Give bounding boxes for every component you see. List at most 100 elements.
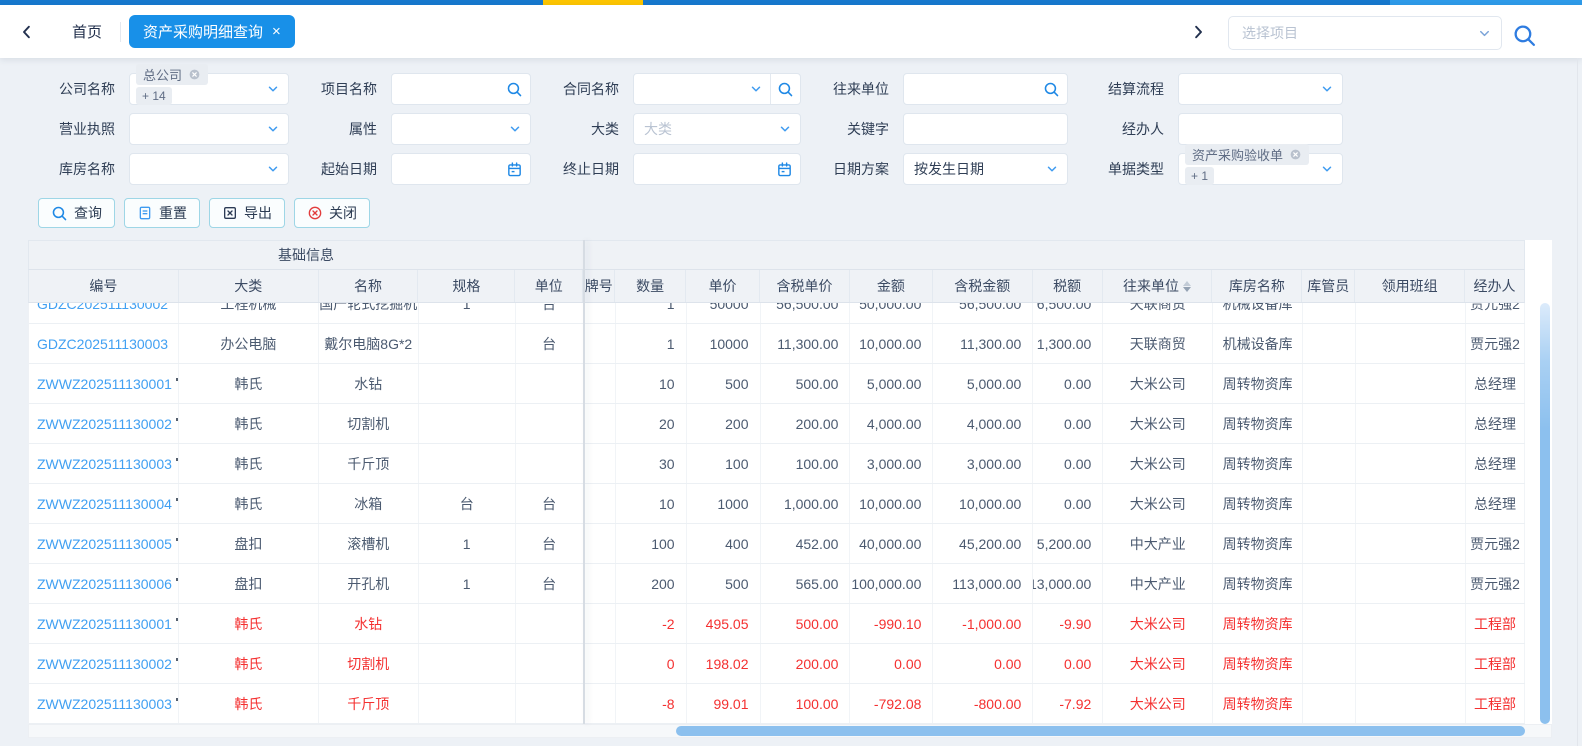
column-header-tax-incl-amount[interactable]: 含税金额: [933, 270, 1033, 302]
cell-quantity: 20: [616, 404, 687, 443]
cell-warehouse: 周转物资库: [1213, 644, 1304, 683]
filter-company-name-field[interactable]: 总公司 + 14: [129, 64, 289, 105]
column-header-handler[interactable]: 经办人: [1465, 270, 1524, 302]
table-row[interactable]: ZWWZ202511130001 韩氏 水钻 10 500 500.00 5,000.00 5…: [29, 364, 1525, 404]
calendar-icon[interactable]: [776, 161, 793, 178]
tag-remove-icon[interactable]: [1289, 148, 1302, 161]
search-icon[interactable]: [1043, 81, 1060, 98]
cell-amount: 4,000.00: [850, 404, 934, 443]
cell-name: 冰箱: [319, 484, 419, 523]
column-header-team[interactable]: 领用班组: [1355, 270, 1466, 302]
filter-contract-name-field[interactable]: [633, 73, 801, 105]
column-header-counterparty[interactable]: 往来单位: [1103, 270, 1213, 302]
filter-doc-type-field[interactable]: 资产采购验收单 + 1: [1178, 144, 1343, 185]
cell-tax-incl-amount: 113,000.00: [933, 564, 1034, 603]
filter-project-name-field[interactable]: [391, 73, 531, 105]
column-header-amount[interactable]: 金额: [850, 270, 933, 302]
cell-storekeeper: [1303, 604, 1357, 643]
column-header-tax-incl-unit-price[interactable]: 含税单价: [760, 270, 850, 302]
cell-handler: 总经理: [1466, 444, 1525, 483]
table-row[interactable]: ZWWZ202511130004 韩氏 冰箱台台 10 1000 1,000.00 10,0…: [29, 484, 1525, 524]
filter-category-field[interactable]: 大类: [633, 113, 801, 145]
document-id-link[interactable]: ZWWZ202511130003: [37, 456, 172, 472]
column-header-name[interactable]: 名称: [319, 270, 419, 302]
tab-divider: [120, 21, 122, 42]
sort-icon[interactable]: [1182, 280, 1191, 292]
cell-handler: 贾元强2: [1466, 564, 1525, 603]
filter-settlement-flow-field[interactable]: [1178, 73, 1343, 105]
cell-amount: 100,000.00: [850, 564, 934, 603]
table-row[interactable]: ZWWZ202511130002 韩氏 切割机 0 198.02 200.00 0.00 0.…: [29, 644, 1525, 684]
column-header-quantity[interactable]: 数量: [615, 270, 687, 302]
cell-unit-price: 1000: [687, 484, 761, 523]
tab-asset-purchase-detail-query[interactable]: 资产采购明细查询 ×: [129, 15, 295, 48]
table-row[interactable]: ZWWZ202511130003 韩氏 千斤顶 30 100 100.00 3,000.00…: [29, 444, 1525, 484]
tab-close-icon[interactable]: ×: [272, 24, 281, 39]
column-header-brand-no[interactable]: 牌号: [583, 270, 616, 302]
export-button[interactable]: 导出: [209, 198, 285, 228]
filter-warehouse-name-field[interactable]: [129, 153, 289, 185]
cell-tax: 0.00: [1033, 644, 1104, 683]
document-id-link[interactable]: ZWWZ202511130002: [37, 656, 172, 672]
horizontal-scrollbar-thumb[interactable]: [676, 726, 1525, 736]
table-row[interactable]: ZWWZ202511130003 韩氏 千斤顶 -8 99.01 100.00 -792.0…: [29, 684, 1525, 724]
more-tags-chip[interactable]: + 1: [1185, 167, 1215, 185]
tab-bar: 首页 资产采购明细查询 × 选择项目: [0, 5, 1582, 58]
column-header-label: 往来单位: [1122, 278, 1179, 294]
tabs-scroll-right-button[interactable]: [1185, 19, 1211, 45]
search-icon[interactable]: [770, 74, 800, 104]
column-header-tax[interactable]: 税额: [1033, 270, 1103, 302]
table-row[interactable]: ZWWZ202511130001 韩氏 水钻 -2 495.05 500.00 -990.1…: [29, 604, 1525, 644]
filter-keyword-input[interactable]: [903, 113, 1068, 145]
cell-tax-incl-unit-price: 200.00: [761, 404, 851, 443]
table-row[interactable]: GDZC202511130002 工程机械 国产轮式挖掘机 1 台 1 50000 56,50…: [29, 303, 1525, 324]
document-id-link[interactable]: ZWWZ202511130001: [37, 616, 172, 632]
column-header-id[interactable]: 编号: [29, 270, 179, 302]
document-id-link[interactable]: ZWWZ202511130005: [37, 536, 172, 552]
cell-category: 盘扣: [179, 524, 319, 563]
filter-end-date-field[interactable]: [633, 153, 801, 185]
table-row[interactable]: ZWWZ202511130005 盘扣 滚槽机 1 台 100 400 452.00 40,00…: [29, 524, 1525, 564]
global-search-icon[interactable]: [1512, 23, 1537, 48]
column-header-warehouse[interactable]: 库房名称: [1212, 270, 1303, 302]
cell-tax-incl-unit-price: 200.00: [761, 644, 851, 683]
table-row[interactable]: ZWWZ202511130002 韩氏 切割机 20 200 200.00 4,000.00…: [29, 404, 1525, 444]
column-header-spec[interactable]: 规格: [418, 270, 516, 302]
more-tags-chip[interactable]: + 14: [136, 87, 172, 105]
filter-attribute-field[interactable]: [391, 113, 531, 145]
filter-date-scheme-field[interactable]: 按发生日期: [903, 153, 1068, 185]
tag-remove-icon[interactable]: [188, 68, 201, 81]
cell-category: 韩氏: [179, 684, 319, 723]
document-id-link[interactable]: GDZC202511130002: [37, 303, 168, 312]
cell-unit-price: 500: [687, 564, 761, 603]
cell-amount: -990.10: [850, 604, 934, 643]
tab-home[interactable]: 首页: [58, 21, 116, 42]
document-id-link[interactable]: ZWWZ202511130001: [37, 376, 172, 392]
table-row[interactable]: GDZC202511130003 办公电脑 戴尔电脑8G*2 台 1 10000 11,30…: [29, 324, 1525, 364]
project-select-dropdown[interactable]: 选择项目: [1228, 16, 1502, 50]
column-header-category[interactable]: 大类: [179, 270, 319, 302]
vertical-scrollbar-thumb[interactable]: [1540, 303, 1550, 724]
document-id-link[interactable]: ZWWZ202511130003: [37, 696, 172, 712]
filter-counterparty-field[interactable]: [903, 73, 1068, 105]
cell-brand-no: [584, 564, 616, 603]
close-button[interactable]: 关闭: [294, 198, 370, 228]
search-icon[interactable]: [506, 81, 523, 98]
tabs-scroll-left-button[interactable]: [14, 19, 40, 45]
document-id-link[interactable]: ZWWZ202511130006: [37, 576, 172, 592]
filter-business-license-field[interactable]: [129, 113, 289, 145]
query-button[interactable]: 查询: [38, 198, 115, 228]
calendar-icon[interactable]: [506, 161, 523, 178]
cell-quantity: -8: [616, 684, 687, 723]
column-header-unit-price[interactable]: 单价: [686, 270, 761, 302]
filter-handler-input[interactable]: [1178, 113, 1343, 145]
column-header-storekeeper[interactable]: 库管员: [1302, 270, 1356, 302]
document-id-link[interactable]: GDZC202511130003: [37, 336, 168, 352]
table-row[interactable]: ZWWZ202511130006 盘扣 开孔机 1 台 200 500 565.00 100,0…: [29, 564, 1525, 604]
document-id-link[interactable]: ZWWZ202511130002: [37, 416, 172, 432]
filter-start-date-field[interactable]: [391, 153, 531, 185]
document-id-link[interactable]: ZWWZ202511130004: [37, 496, 172, 512]
frozen-columns-divider[interactable]: [583, 240, 585, 724]
column-header-unit[interactable]: 单位: [515, 270, 584, 302]
reset-button[interactable]: 重置: [124, 198, 200, 228]
